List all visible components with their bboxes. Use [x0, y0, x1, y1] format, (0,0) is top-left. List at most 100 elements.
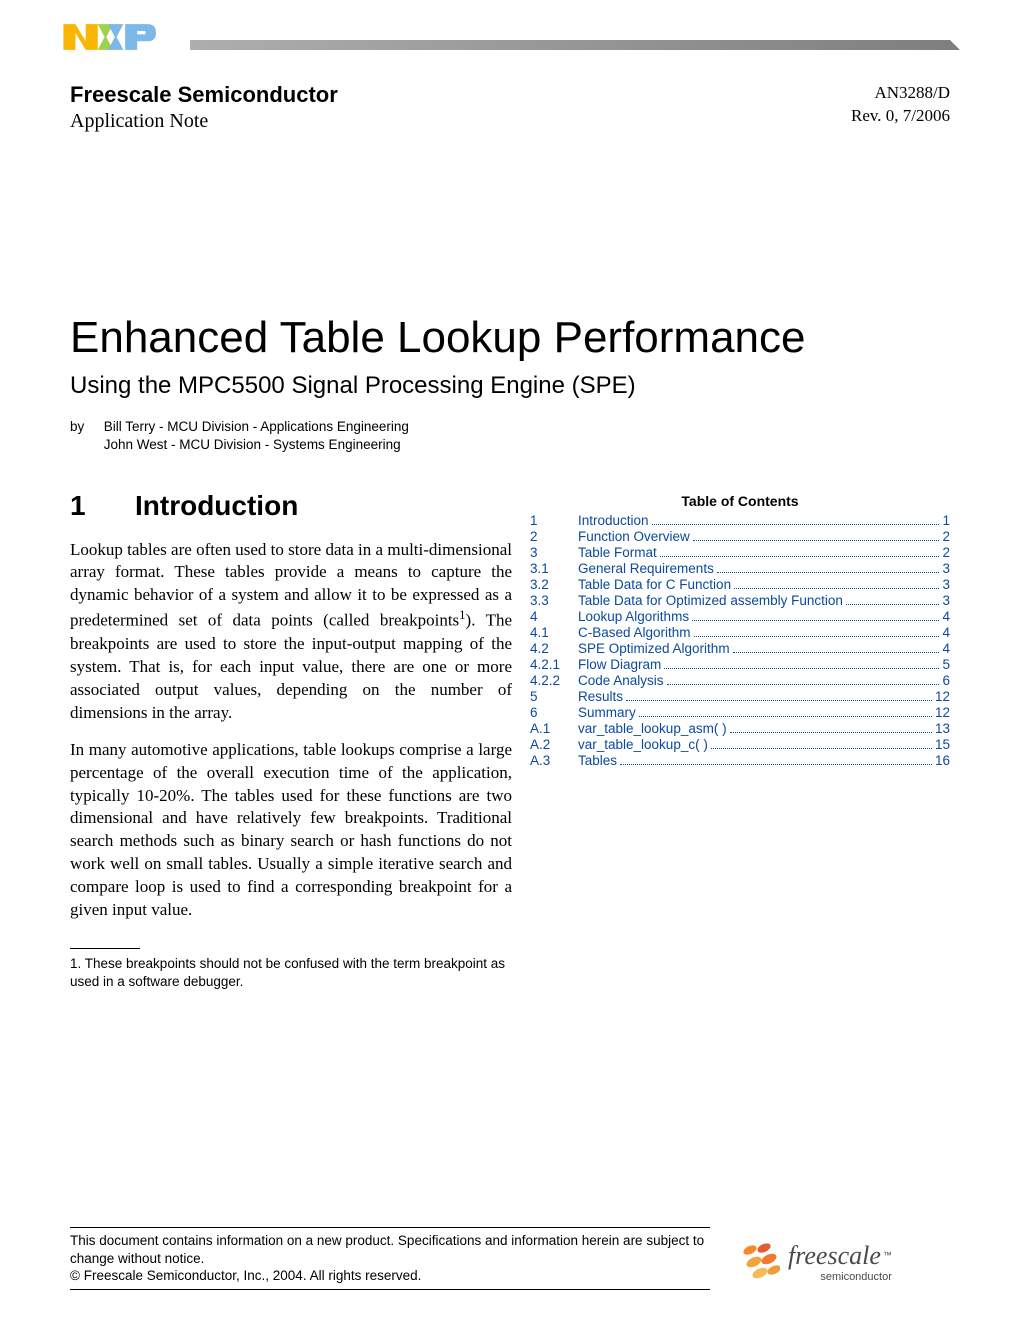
toc-entry-label: C-Based Algorithm	[578, 625, 691, 640]
header-divider	[180, 12, 950, 50]
toc-row[interactable]: 4.2.2Code Analysis 6	[530, 673, 950, 688]
document-subtitle: Using the MPC5500 Signal Processing Engi…	[70, 372, 950, 400]
toc-entry-number: 4.2.2	[530, 673, 578, 688]
toc-entry-label: var_table_lookup_c( )	[578, 737, 708, 752]
toc-row[interactable]: 4.2.1Flow Diagram5	[530, 657, 950, 672]
toc-row[interactable]: A.2var_table_lookup_c( ) 15	[530, 737, 950, 752]
toc-entry-page: 6	[942, 673, 950, 688]
byline: by Bill Terry - MCU Division - Applicati…	[70, 418, 950, 454]
toc-entry-number: 4.2.1	[530, 657, 578, 672]
body-column: 1Introduction Lookup tables are often us…	[70, 487, 512, 991]
toc-leader-dots	[639, 716, 932, 717]
toc-entry-page: 1	[942, 513, 950, 528]
toc-column: Table of Contents 1Introduction12Functio…	[530, 487, 950, 991]
toc-entry-label: Results	[578, 689, 623, 704]
toc-entry-label: Table Data for C Function	[578, 577, 731, 592]
toc-entry-page: 3	[942, 561, 950, 576]
toc-entry-page: 4	[942, 609, 950, 624]
toc-row[interactable]: A.3Tables 16	[530, 753, 950, 768]
footer-rule-bottom	[70, 1289, 710, 1290]
company-name: Freescale Semiconductor	[70, 82, 338, 108]
toc-entry-page: 2	[942, 529, 950, 544]
toc-entry-number: 6	[530, 705, 578, 720]
section-heading: 1Introduction	[70, 487, 512, 525]
header-row	[70, 0, 950, 62]
freescale-logo-subtext: semiconductor	[788, 1271, 892, 1283]
toc-row[interactable]: A.1var_table_lookup_asm( ) 13	[530, 721, 950, 736]
toc-leader-dots	[730, 732, 932, 733]
toc-entry-label: Summary	[578, 705, 636, 720]
toc-entry-number: 3	[530, 545, 578, 560]
freescale-logo-text: freescale	[788, 1241, 881, 1270]
toc-row[interactable]: 3.1General Requirements 3	[530, 561, 950, 576]
toc-row[interactable]: 2Function Overview2	[530, 529, 950, 544]
toc-leader-dots	[733, 652, 940, 653]
toc-entry-number: A.1	[530, 721, 578, 736]
toc-entry-number: 4.2	[530, 641, 578, 656]
byline-by: by	[70, 418, 100, 436]
footer-rule-top	[70, 1227, 710, 1228]
toc-entry-number: 1	[530, 513, 578, 528]
toc-row[interactable]: 3Table Format2	[530, 545, 950, 560]
toc-entry-number: A.3	[530, 753, 578, 768]
toc-entry-number: 4.1	[530, 625, 578, 640]
toc-entry-number: 2	[530, 529, 578, 544]
doc-number: AN3288/D	[851, 82, 950, 105]
toc-entry-label: Code Analysis	[578, 673, 664, 688]
toc-entry-label: Introduction	[578, 513, 649, 528]
toc-entry-page: 16	[935, 753, 950, 768]
toc-entry-label: Table Data for Optimized assembly Functi…	[578, 593, 843, 608]
doc-type: Application Note	[70, 110, 338, 133]
meta-row: Freescale Semiconductor Application Note…	[70, 82, 950, 133]
toc-leader-dots	[660, 556, 940, 557]
toc-entry-label: Tables	[578, 753, 617, 768]
toc-leader-dots	[692, 620, 939, 621]
toc-leader-dots	[694, 636, 940, 637]
toc-entry-page: 15	[935, 737, 950, 752]
toc-entry-page: 3	[942, 577, 950, 592]
trademark-symbol: ™	[883, 1250, 892, 1260]
toc-entry-page: 2	[942, 545, 950, 560]
freescale-logo: freescale™ semiconductor	[740, 1234, 950, 1290]
freescale-mark-icon	[740, 1240, 780, 1284]
toc-leader-dots	[846, 604, 940, 605]
toc-entry-page: 5	[942, 657, 950, 672]
footnote-rule	[70, 948, 140, 949]
toc-entry-number: 4	[530, 609, 578, 624]
toc-row[interactable]: 4.1C-Based Algorithm 4	[530, 625, 950, 640]
toc-entry-label: SPE Optimized Algorithm	[578, 641, 730, 656]
toc-entry-page: 3	[942, 593, 950, 608]
toc-entry-label: var_table_lookup_asm( )	[578, 721, 727, 736]
section-number: 1	[70, 487, 135, 525]
toc-entry-number: A.2	[530, 737, 578, 752]
toc-leader-dots	[667, 684, 940, 685]
toc-row[interactable]: 4.2SPE Optimized Algorithm 4	[530, 641, 950, 656]
toc-entry-label: Function Overview	[578, 529, 690, 544]
disclaimer-text: This document contains information on a …	[70, 1232, 710, 1267]
toc-row[interactable]: 3.3Table Data for Optimized assembly Fun…	[530, 593, 950, 608]
toc-row[interactable]: 4Lookup Algorithms4	[530, 609, 950, 624]
document-title: Enhanced Table Lookup Performance	[70, 313, 950, 362]
toc-row[interactable]: 6Summary 12	[530, 705, 950, 720]
toc-entry-page: 13	[935, 721, 950, 736]
toc-row[interactable]: 1Introduction1	[530, 513, 950, 528]
toc-entry-number: 3.2	[530, 577, 578, 592]
footnote: 1. These breakpoints should not be confu…	[70, 955, 512, 990]
paragraph: In many automotive applications, table l…	[70, 739, 512, 923]
byline-author2: John West - MCU Division - Systems Engin…	[104, 437, 401, 452]
toc-leader-dots	[626, 700, 932, 701]
toc-row[interactable]: 3.2Table Data for C Function 3	[530, 577, 950, 592]
toc-leader-dots	[664, 668, 939, 669]
toc-entry-page: 4	[942, 625, 950, 640]
toc-entry-number: 3.1	[530, 561, 578, 576]
toc-title: Table of Contents	[530, 493, 950, 509]
toc-entry-number: 3.3	[530, 593, 578, 608]
toc-entry-page: 12	[935, 689, 950, 704]
toc-leader-dots	[652, 524, 940, 525]
toc-row[interactable]: 5Results12	[530, 689, 950, 704]
toc-leader-dots	[734, 588, 939, 589]
toc-entry-label: General Requirements	[578, 561, 714, 576]
toc-leader-dots	[693, 540, 940, 541]
toc-entry-page: 12	[935, 705, 950, 720]
footer: This document contains information on a …	[70, 1227, 950, 1290]
